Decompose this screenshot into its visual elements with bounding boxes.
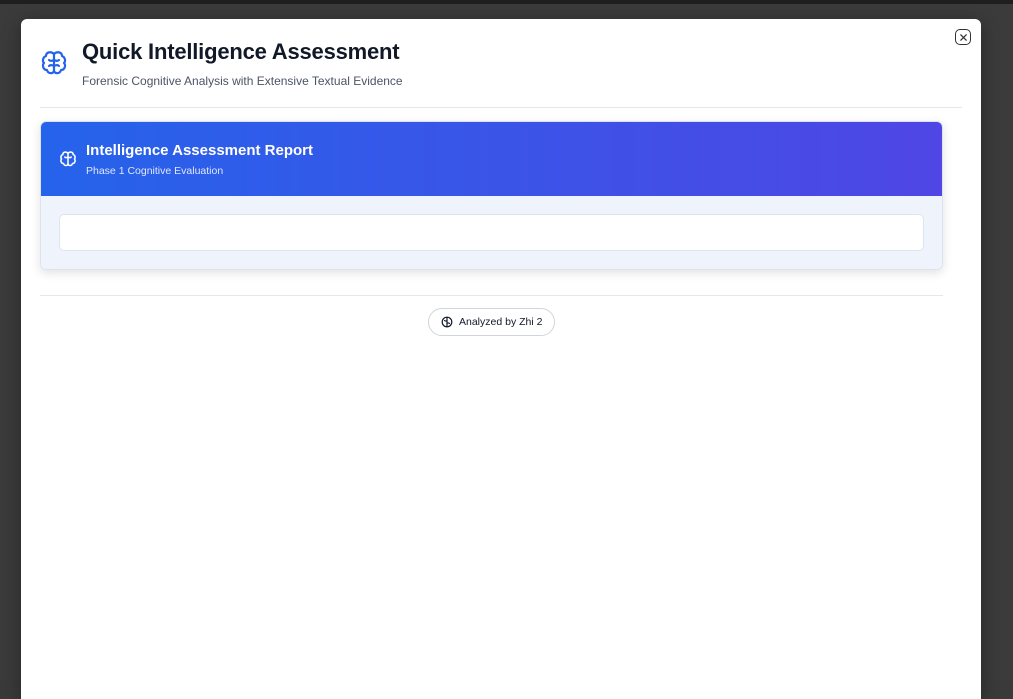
modal-header: Quick Intelligence Assessment Forensic C… bbox=[40, 38, 962, 108]
footer-divider bbox=[40, 295, 943, 296]
report-title: Intelligence Assessment Report bbox=[86, 142, 314, 159]
report-header: Intelligence Assessment Report Phase 1 C… bbox=[41, 122, 942, 196]
report-subtitle: Phase 1 Cognitive Evaluation bbox=[86, 165, 224, 177]
backdrop-topbar bbox=[0, 0, 1013, 4]
brain-icon bbox=[441, 316, 453, 328]
report-content-area bbox=[59, 214, 924, 251]
brain-icon bbox=[41, 51, 67, 75]
report-card: Intelligence Assessment Report Phase 1 C… bbox=[40, 121, 943, 270]
assessment-modal: Quick Intelligence Assessment Forensic C… bbox=[21, 19, 981, 699]
report-body bbox=[41, 196, 942, 269]
modal-subtitle: Forensic Cognitive Analysis with Extensi… bbox=[82, 74, 403, 88]
modal-title: Quick Intelligence Assessment bbox=[82, 39, 400, 64]
brain-icon bbox=[60, 151, 76, 167]
analyzed-by-label: Analyzed by Zhi 2 bbox=[459, 316, 543, 328]
analyzed-by-badge: Analyzed by Zhi 2 bbox=[428, 308, 556, 336]
